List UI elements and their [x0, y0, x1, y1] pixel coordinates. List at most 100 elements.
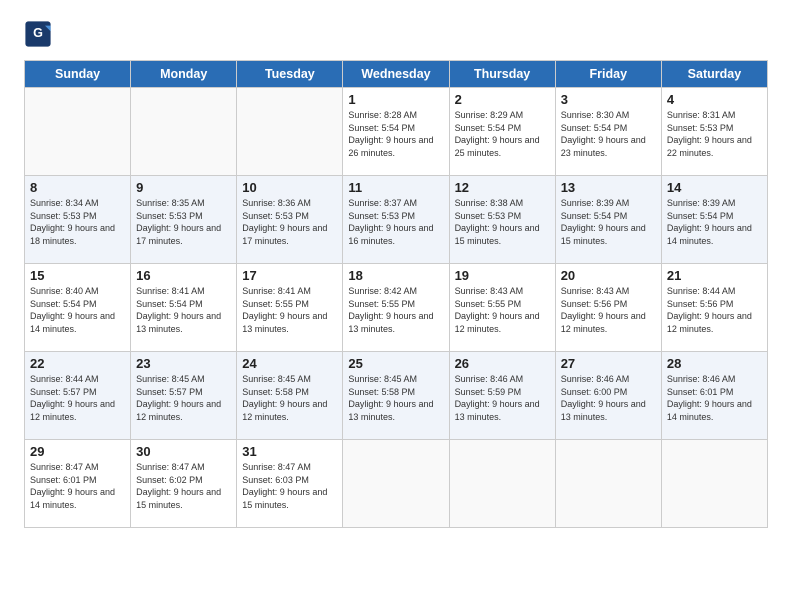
page-header: G	[24, 20, 768, 52]
day-number: 11	[348, 180, 443, 195]
header-monday: Monday	[131, 61, 237, 88]
day-number: 26	[455, 356, 550, 371]
day-number: 2	[455, 92, 550, 107]
day-number: 21	[667, 268, 762, 283]
day-number: 28	[667, 356, 762, 371]
day-info: Sunrise: 8:36 AM Sunset: 5:53 PM Dayligh…	[242, 197, 337, 247]
svg-text:G: G	[33, 26, 43, 40]
day-number: 15	[30, 268, 125, 283]
day-info: Sunrise: 8:34 AM Sunset: 5:53 PM Dayligh…	[30, 197, 125, 247]
day-info: Sunrise: 8:43 AM Sunset: 5:55 PM Dayligh…	[455, 285, 550, 335]
day-info: Sunrise: 8:46 AM Sunset: 5:59 PM Dayligh…	[455, 373, 550, 423]
calendar-table: SundayMondayTuesdayWednesdayThursdayFrid…	[24, 60, 768, 528]
calendar-cell: 16 Sunrise: 8:41 AM Sunset: 5:54 PM Dayl…	[131, 264, 237, 352]
day-info: Sunrise: 8:40 AM Sunset: 5:54 PM Dayligh…	[30, 285, 125, 335]
day-number: 10	[242, 180, 337, 195]
day-number: 31	[242, 444, 337, 459]
day-number: 1	[348, 92, 443, 107]
day-number: 20	[561, 268, 656, 283]
day-number: 8	[30, 180, 125, 195]
header-tuesday: Tuesday	[237, 61, 343, 88]
calendar-cell: 26 Sunrise: 8:46 AM Sunset: 5:59 PM Dayl…	[449, 352, 555, 440]
calendar-cell	[343, 440, 449, 528]
header-wednesday: Wednesday	[343, 61, 449, 88]
day-number: 9	[136, 180, 231, 195]
calendar-body: 1 Sunrise: 8:28 AM Sunset: 5:54 PM Dayli…	[25, 88, 768, 528]
calendar-week-row: 15 Sunrise: 8:40 AM Sunset: 5:54 PM Dayl…	[25, 264, 768, 352]
calendar-cell: 9 Sunrise: 8:35 AM Sunset: 5:53 PM Dayli…	[131, 176, 237, 264]
day-info: Sunrise: 8:47 AM Sunset: 6:02 PM Dayligh…	[136, 461, 231, 511]
day-info: Sunrise: 8:45 AM Sunset: 5:58 PM Dayligh…	[348, 373, 443, 423]
day-number: 4	[667, 92, 762, 107]
calendar-cell: 25 Sunrise: 8:45 AM Sunset: 5:58 PM Dayl…	[343, 352, 449, 440]
calendar-cell	[555, 440, 661, 528]
calendar-cell	[131, 88, 237, 176]
day-number: 17	[242, 268, 337, 283]
header-sunday: Sunday	[25, 61, 131, 88]
day-info: Sunrise: 8:35 AM Sunset: 5:53 PM Dayligh…	[136, 197, 231, 247]
calendar-cell: 20 Sunrise: 8:43 AM Sunset: 5:56 PM Dayl…	[555, 264, 661, 352]
calendar-cell: 27 Sunrise: 8:46 AM Sunset: 6:00 PM Dayl…	[555, 352, 661, 440]
logo-icon: G	[24, 20, 52, 48]
calendar-cell: 19 Sunrise: 8:43 AM Sunset: 5:55 PM Dayl…	[449, 264, 555, 352]
day-number: 3	[561, 92, 656, 107]
day-number: 25	[348, 356, 443, 371]
day-info: Sunrise: 8:42 AM Sunset: 5:55 PM Dayligh…	[348, 285, 443, 335]
calendar-cell: 1 Sunrise: 8:28 AM Sunset: 5:54 PM Dayli…	[343, 88, 449, 176]
calendar-cell: 22 Sunrise: 8:44 AM Sunset: 5:57 PM Dayl…	[25, 352, 131, 440]
day-number: 30	[136, 444, 231, 459]
calendar-cell: 30 Sunrise: 8:47 AM Sunset: 6:02 PM Dayl…	[131, 440, 237, 528]
calendar-week-row: 22 Sunrise: 8:44 AM Sunset: 5:57 PM Dayl…	[25, 352, 768, 440]
calendar-cell: 15 Sunrise: 8:40 AM Sunset: 5:54 PM Dayl…	[25, 264, 131, 352]
day-info: Sunrise: 8:37 AM Sunset: 5:53 PM Dayligh…	[348, 197, 443, 247]
day-info: Sunrise: 8:31 AM Sunset: 5:53 PM Dayligh…	[667, 109, 762, 159]
calendar-cell: 11 Sunrise: 8:37 AM Sunset: 5:53 PM Dayl…	[343, 176, 449, 264]
calendar-cell: 3 Sunrise: 8:30 AM Sunset: 5:54 PM Dayli…	[555, 88, 661, 176]
calendar-cell: 10 Sunrise: 8:36 AM Sunset: 5:53 PM Dayl…	[237, 176, 343, 264]
calendar-week-row: 29 Sunrise: 8:47 AM Sunset: 6:01 PM Dayl…	[25, 440, 768, 528]
day-info: Sunrise: 8:38 AM Sunset: 5:53 PM Dayligh…	[455, 197, 550, 247]
day-info: Sunrise: 8:39 AM Sunset: 5:54 PM Dayligh…	[561, 197, 656, 247]
calendar-header-row: SundayMondayTuesdayWednesdayThursdayFrid…	[25, 61, 768, 88]
calendar-cell	[25, 88, 131, 176]
calendar-cell: 17 Sunrise: 8:41 AM Sunset: 5:55 PM Dayl…	[237, 264, 343, 352]
calendar-cell: 29 Sunrise: 8:47 AM Sunset: 6:01 PM Dayl…	[25, 440, 131, 528]
header-thursday: Thursday	[449, 61, 555, 88]
calendar-week-row: 1 Sunrise: 8:28 AM Sunset: 5:54 PM Dayli…	[25, 88, 768, 176]
calendar-cell	[449, 440, 555, 528]
day-info: Sunrise: 8:29 AM Sunset: 5:54 PM Dayligh…	[455, 109, 550, 159]
day-number: 14	[667, 180, 762, 195]
day-info: Sunrise: 8:30 AM Sunset: 5:54 PM Dayligh…	[561, 109, 656, 159]
day-info: Sunrise: 8:45 AM Sunset: 5:58 PM Dayligh…	[242, 373, 337, 423]
calendar-cell: 2 Sunrise: 8:29 AM Sunset: 5:54 PM Dayli…	[449, 88, 555, 176]
calendar-cell: 31 Sunrise: 8:47 AM Sunset: 6:03 PM Dayl…	[237, 440, 343, 528]
day-number: 22	[30, 356, 125, 371]
day-info: Sunrise: 8:44 AM Sunset: 5:56 PM Dayligh…	[667, 285, 762, 335]
calendar-cell: 28 Sunrise: 8:46 AM Sunset: 6:01 PM Dayl…	[661, 352, 767, 440]
calendar-cell: 8 Sunrise: 8:34 AM Sunset: 5:53 PM Dayli…	[25, 176, 131, 264]
calendar-week-row: 8 Sunrise: 8:34 AM Sunset: 5:53 PM Dayli…	[25, 176, 768, 264]
day-number: 16	[136, 268, 231, 283]
day-info: Sunrise: 8:43 AM Sunset: 5:56 PM Dayligh…	[561, 285, 656, 335]
header-friday: Friday	[555, 61, 661, 88]
day-number: 29	[30, 444, 125, 459]
day-number: 13	[561, 180, 656, 195]
calendar-cell: 13 Sunrise: 8:39 AM Sunset: 5:54 PM Dayl…	[555, 176, 661, 264]
calendar-cell: 24 Sunrise: 8:45 AM Sunset: 5:58 PM Dayl…	[237, 352, 343, 440]
logo: G	[24, 20, 56, 48]
calendar-cell	[661, 440, 767, 528]
day-info: Sunrise: 8:44 AM Sunset: 5:57 PM Dayligh…	[30, 373, 125, 423]
day-info: Sunrise: 8:47 AM Sunset: 6:01 PM Dayligh…	[30, 461, 125, 511]
calendar-cell: 4 Sunrise: 8:31 AM Sunset: 5:53 PM Dayli…	[661, 88, 767, 176]
day-info: Sunrise: 8:46 AM Sunset: 6:00 PM Dayligh…	[561, 373, 656, 423]
day-number: 19	[455, 268, 550, 283]
day-info: Sunrise: 8:41 AM Sunset: 5:54 PM Dayligh…	[136, 285, 231, 335]
day-info: Sunrise: 8:47 AM Sunset: 6:03 PM Dayligh…	[242, 461, 337, 511]
day-info: Sunrise: 8:28 AM Sunset: 5:54 PM Dayligh…	[348, 109, 443, 159]
day-number: 23	[136, 356, 231, 371]
day-number: 27	[561, 356, 656, 371]
day-info: Sunrise: 8:46 AM Sunset: 6:01 PM Dayligh…	[667, 373, 762, 423]
calendar-cell: 21 Sunrise: 8:44 AM Sunset: 5:56 PM Dayl…	[661, 264, 767, 352]
day-info: Sunrise: 8:41 AM Sunset: 5:55 PM Dayligh…	[242, 285, 337, 335]
day-number: 18	[348, 268, 443, 283]
